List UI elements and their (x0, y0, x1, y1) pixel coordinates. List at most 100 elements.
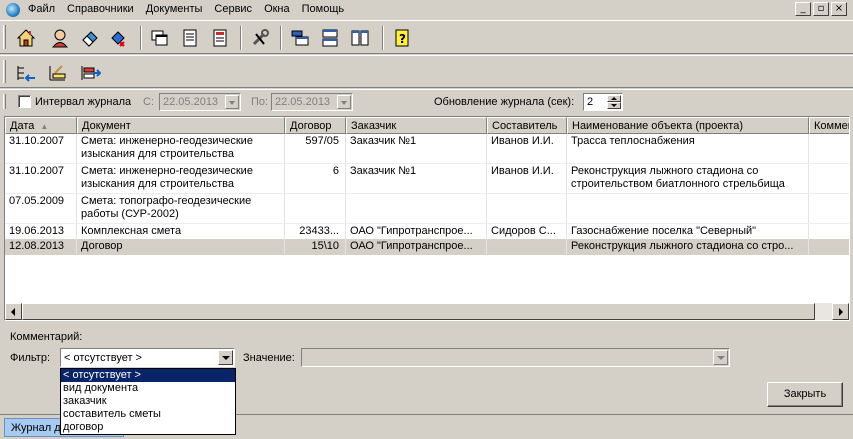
tile-vertical-icon[interactable] (348, 26, 372, 50)
toolbar-separator (280, 26, 282, 50)
windows-icon[interactable] (148, 26, 172, 50)
document-icon[interactable] (178, 26, 202, 50)
column-header-author[interactable]: Составитель (487, 117, 567, 134)
home-icon[interactable] (14, 26, 38, 50)
edit-structure-icon[interactable] (46, 61, 70, 85)
cell-customer (346, 194, 487, 223)
journal-filter-bar: Интервал журнала С: 22.05.2013 По: 22.05… (0, 89, 853, 113)
tools-icon[interactable] (248, 26, 272, 50)
cell-customer: ОАО "Гипротранспрое... (346, 239, 487, 255)
menu-help[interactable]: Помощь (302, 3, 345, 15)
cell-date: 31.10.2007 (5, 164, 77, 193)
toolbar-grip[interactable] (3, 60, 6, 83)
chevron-down-icon[interactable] (225, 95, 239, 109)
chevron-down-icon[interactable] (713, 350, 728, 365)
cell-document: Комплексная смета (77, 224, 285, 239)
cell-contract: 15\10 (285, 239, 346, 255)
grid-header: Дата ▲ Документ Договор Заказчик Составит… (5, 117, 849, 134)
toolbar-grip[interactable] (3, 25, 6, 49)
cell-contract: 6 (285, 164, 346, 193)
value-select[interactable] (301, 348, 730, 367)
export-icon[interactable] (78, 61, 102, 85)
from-date-value: 22.05.2013 (163, 96, 219, 108)
scroll-right-icon[interactable] (832, 303, 849, 320)
cell-author: Иванов И.И. (487, 134, 567, 163)
toolbar-separator (240, 26, 242, 50)
spin-down-icon[interactable] (607, 102, 621, 109)
menu-windows[interactable]: Окна (264, 3, 290, 15)
help-icon[interactable]: ? (390, 26, 414, 50)
table-row-selected[interactable]: 12.08.2013 Договор 15\10 ОАО "Гипротранс… (5, 239, 849, 255)
secondary-toolbar (0, 55, 853, 88)
user-icon[interactable] (48, 26, 72, 50)
refresh-interval-spinner[interactable]: 2 (583, 93, 623, 111)
dropdown-option-doc-type[interactable]: вид документа (61, 382, 235, 395)
from-date-picker[interactable]: 22.05.2013 (159, 93, 241, 111)
cell-author: Сидоров С... (487, 224, 567, 239)
menu-items: Файл Справочники Документы Сервис Окна П… (28, 3, 356, 15)
restore-button[interactable]: ▫ (813, 2, 829, 16)
minimize-button[interactable]: _ (795, 2, 811, 16)
refresh-interval-value: 2 (587, 96, 594, 108)
cell-date: 07.05.2009 (5, 194, 77, 223)
table-row[interactable]: 31.10.2007 Смета: инженерно-геодезически… (5, 164, 849, 193)
filter-select[interactable]: < отсутствует > (60, 348, 235, 367)
cell-customer: Заказчик №1 (346, 134, 487, 163)
check-delete-icon[interactable] (108, 26, 132, 50)
column-header-object[interactable]: Наименование объекта (проекта) (567, 117, 809, 134)
to-label: По: (251, 96, 269, 108)
menu-file[interactable]: Файл (28, 3, 55, 15)
cascade-icon[interactable] (288, 26, 312, 50)
toolbar-separator (140, 26, 142, 50)
dropdown-option-contract[interactable]: договор (61, 421, 235, 434)
scrollbar-thumb[interactable] (22, 303, 815, 320)
to-date-picker[interactable]: 22.05.2013 (271, 93, 353, 111)
table-row[interactable]: 19.06.2013 Комплексная смета 23433... ОА… (5, 224, 849, 239)
main-toolbar: ? (0, 20, 853, 54)
menu-bar: Файл Справочники Документы Сервис Окна П… (0, 0, 853, 20)
toolbar-grip[interactable] (3, 94, 6, 109)
menu-service[interactable]: Сервис (214, 3, 252, 15)
column-header-contract[interactable]: Договор (285, 117, 346, 134)
filter-dropdown-list[interactable]: < отсутствует > вид документа заказчик с… (60, 368, 236, 435)
spin-up-icon[interactable] (607, 95, 621, 102)
to-date-value: 22.05.2013 (275, 96, 331, 108)
cell-comment (809, 164, 849, 193)
cell-object: Газоснабжение поселка "Северный" (567, 224, 809, 239)
menu-references[interactable]: Справочники (67, 3, 134, 15)
interval-checkbox[interactable] (18, 95, 31, 108)
tile-horizontal-icon[interactable] (318, 26, 342, 50)
cell-author: Иванов И.И. (487, 164, 567, 193)
menu-documents[interactable]: Документы (146, 3, 203, 15)
documents-journal-grid[interactable]: Дата ▲ Документ Договор Заказчик Составит… (4, 116, 850, 321)
cell-author (487, 239, 567, 255)
mdi-window-buttons: _ ▫ × (795, 2, 847, 16)
cell-document: Смета: топографо-геодезические работы (СУ… (77, 194, 285, 223)
import-icon[interactable] (14, 61, 38, 85)
dropdown-option-none[interactable]: < отсутствует > (61, 369, 235, 382)
refresh-interval-label: Обновление журнала (сек): (434, 96, 575, 108)
table-row[interactable]: 07.05.2009 Смета: топографо-геодезически… (5, 194, 849, 223)
cell-comment (809, 134, 849, 163)
table-row[interactable]: 31.10.2007 Смета: инженерно-геодезически… (5, 134, 849, 163)
cell-contract (285, 194, 346, 223)
dropdown-option-customer[interactable]: заказчик (61, 395, 235, 408)
scroll-left-icon[interactable] (5, 303, 22, 320)
eraser-icon[interactable] (78, 26, 102, 50)
chevron-down-icon[interactable] (337, 95, 351, 109)
column-header-date[interactable]: Дата ▲ (5, 117, 77, 134)
sheet-icon[interactable] (208, 26, 232, 50)
chevron-down-icon[interactable] (218, 350, 233, 365)
filter-label: Фильтр: (10, 352, 51, 364)
column-header-document[interactable]: Документ (77, 117, 285, 134)
column-header-customer[interactable]: Заказчик (346, 117, 487, 134)
horizontal-scrollbar[interactable] (5, 303, 849, 320)
column-header-comment[interactable]: Коммен (809, 117, 849, 134)
close-window-button[interactable]: × (831, 2, 847, 16)
cell-contract: 597/05 (285, 134, 346, 163)
app-icon[interactable] (6, 3, 20, 17)
cell-date: 19.06.2013 (5, 224, 77, 239)
dropdown-option-author[interactable]: составитель сметы (61, 408, 235, 421)
svg-text:?: ? (399, 32, 406, 46)
close-button[interactable]: Закрыть (767, 382, 843, 407)
